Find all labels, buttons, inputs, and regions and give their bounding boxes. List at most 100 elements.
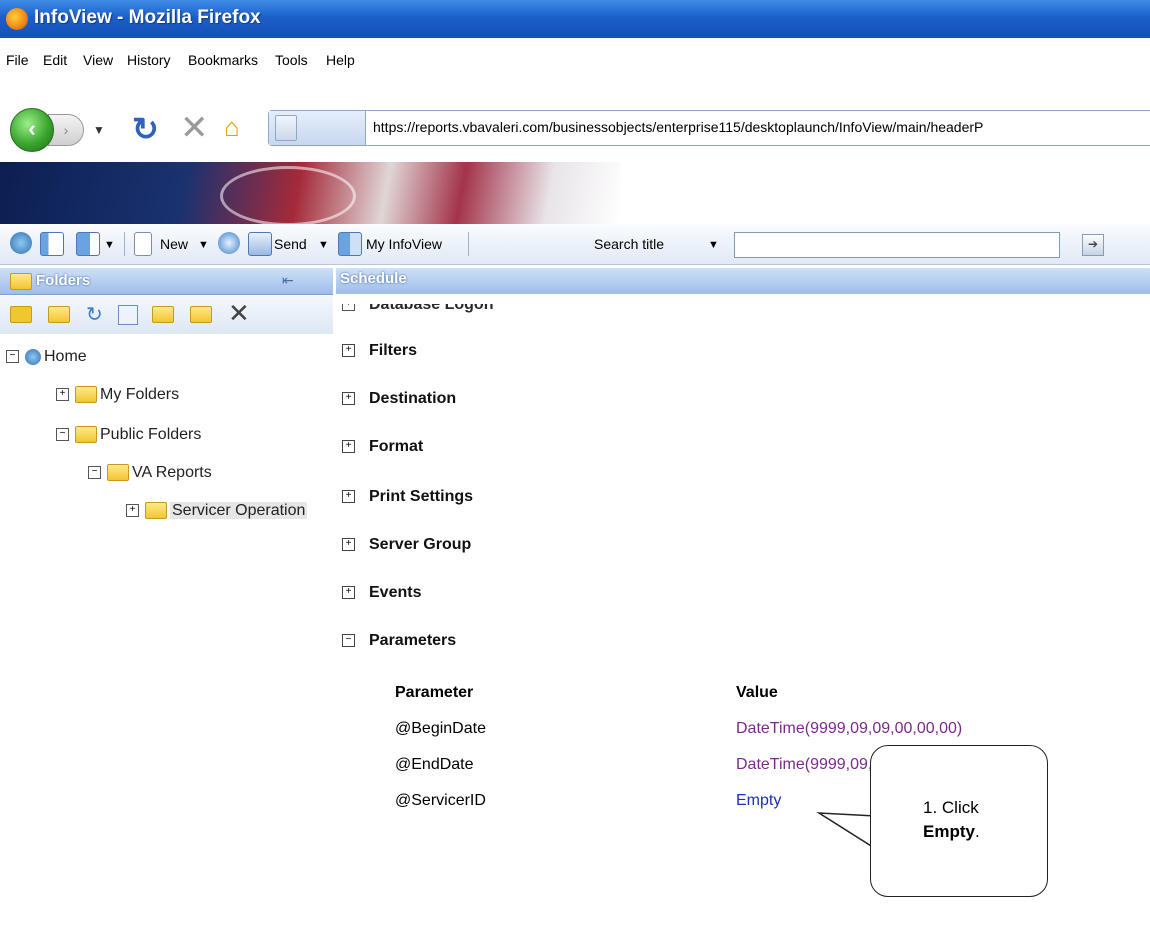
section-label: Print Settings xyxy=(369,488,474,505)
menu-file[interactable]: File xyxy=(6,52,29,68)
copy-folder-icon[interactable] xyxy=(190,306,212,323)
menu-bookmarks[interactable]: Bookmarks xyxy=(188,52,258,68)
toolbar-separator xyxy=(468,232,469,256)
section-destination[interactable]: + Destination xyxy=(342,390,456,408)
tree-node-my-folders[interactable]: + My Folders xyxy=(56,386,179,404)
callout-mask xyxy=(871,810,883,848)
section-label: Events xyxy=(369,584,422,601)
section-format[interactable]: + Format xyxy=(342,438,423,456)
open-folder-icon[interactable] xyxy=(48,306,70,323)
section-parameters[interactable]: − Parameters xyxy=(342,632,456,650)
seal-graphic xyxy=(220,166,356,226)
menu-view[interactable]: View xyxy=(83,52,113,68)
search-input[interactable] xyxy=(734,232,1060,258)
back-button[interactable]: ‹ xyxy=(10,108,54,152)
menu-help[interactable]: Help xyxy=(326,52,355,68)
collapse-toggle-icon[interactable]: − xyxy=(342,634,355,648)
expand-toggle-icon[interactable]: + xyxy=(342,490,355,504)
send-button[interactable]: Send xyxy=(274,236,307,252)
folder-icon xyxy=(10,273,32,290)
home-icon[interactable]: ⌂ xyxy=(224,112,240,143)
collapse-panel-icon[interactable]: ⇤ xyxy=(282,272,294,289)
section-events[interactable]: + Events xyxy=(342,584,421,602)
window-title: InfoView - Mozilla Firefox xyxy=(34,7,261,28)
home-globe-icon[interactable] xyxy=(10,232,32,254)
delete-icon[interactable]: ✕ xyxy=(228,298,250,329)
collapse-toggle-icon[interactable]: − xyxy=(6,350,19,364)
param-header-value: Value xyxy=(736,684,778,701)
new-document-icon[interactable] xyxy=(134,232,152,256)
folders-panel-title: Folders xyxy=(36,272,91,289)
expand-toggle-icon[interactable]: + xyxy=(342,392,355,406)
instruction-callout: 1. Click Empty. xyxy=(870,745,1048,897)
refresh-icon[interactable] xyxy=(218,232,240,254)
search-go-button[interactable]: ➔ xyxy=(1082,234,1104,256)
folder-icon xyxy=(107,464,129,482)
page-icon xyxy=(275,115,297,141)
new-button[interactable]: New xyxy=(160,236,188,252)
tree-label: My Folders xyxy=(100,386,180,403)
address-bar[interactable]: https://reports.vbavaleri.com/businessob… xyxy=(268,110,1150,146)
view-dropdown-icon[interactable]: ▼ xyxy=(104,239,115,251)
stop-icon[interactable]: ✕ xyxy=(180,108,209,148)
refresh-folder-icon[interactable]: ↻ xyxy=(86,302,103,327)
folders-toolbar: ↻ ✕ xyxy=(0,296,333,334)
site-identity-button[interactable] xyxy=(269,111,366,145)
reload-icon[interactable]: ↻ xyxy=(132,110,159,148)
callout-text: 1. Click Empty. xyxy=(923,796,980,844)
my-infoview-button[interactable]: My InfoView xyxy=(366,236,442,252)
details-view-icon[interactable] xyxy=(76,232,100,256)
firefox-logo-icon xyxy=(6,8,28,30)
tree-label: VA Reports xyxy=(132,464,212,481)
menu-edit[interactable]: Edit xyxy=(43,52,67,68)
section-server-group[interactable]: + Server Group xyxy=(342,536,471,554)
menu-tools[interactable]: Tools xyxy=(275,52,308,68)
param-value-link[interactable]: DateTime(9999,09,09,00,00,00) xyxy=(736,720,962,738)
new-dropdown-icon[interactable]: ▼ xyxy=(198,239,209,251)
callout-step: 1. Click xyxy=(923,798,979,817)
param-value-link[interactable]: Empty xyxy=(736,792,781,810)
search-type-dropdown-icon[interactable]: ▼ xyxy=(708,239,719,251)
folder-icon xyxy=(145,502,167,520)
my-infoview-icon[interactable] xyxy=(338,232,362,256)
toolbar-separator xyxy=(124,232,125,256)
expand-toggle-icon[interactable]: + xyxy=(56,388,69,402)
tree-label: Servicer Operation xyxy=(170,502,308,519)
infoview-toolbar: ▼ New ▼ Send ▼ My InfoView Search title … xyxy=(0,224,1150,265)
send-icon[interactable] xyxy=(248,232,272,256)
list-view-icon[interactable] xyxy=(40,232,64,256)
search-type-label[interactable]: Search title xyxy=(594,236,664,252)
collapse-toggle-icon[interactable]: − xyxy=(56,428,69,442)
section-label: Filters xyxy=(369,342,418,359)
section-print-settings[interactable]: + Print Settings xyxy=(342,488,473,506)
tree-node-public-folders[interactable]: − Public Folders xyxy=(56,426,201,444)
address-url: https://reports.vbavaleri.com/businessob… xyxy=(373,119,984,135)
new-folder-icon[interactable] xyxy=(10,306,32,323)
home-globe-icon xyxy=(25,348,41,365)
collapse-toggle-icon[interactable]: − xyxy=(88,466,101,480)
expand-toggle-icon[interactable]: + xyxy=(126,504,139,518)
tree-node-va-reports[interactable]: − VA Reports xyxy=(88,464,212,482)
banner-image xyxy=(0,162,1150,226)
tree-node-servicer-operation[interactable]: + Servicer Operation xyxy=(126,502,308,520)
send-dropdown-icon[interactable]: ▼ xyxy=(318,239,329,251)
schedule-title: Schedule xyxy=(340,270,407,287)
move-folder-icon[interactable] xyxy=(152,306,174,323)
menu-history[interactable]: History xyxy=(127,52,171,68)
menu-bar: File Edit View History Bookmarks Tools H… xyxy=(0,44,1150,74)
folder-icon xyxy=(75,426,97,444)
section-label: Destination xyxy=(369,390,457,407)
expand-toggle-icon[interactable]: + xyxy=(342,440,355,454)
properties-icon[interactable] xyxy=(118,305,138,325)
expand-toggle-icon[interactable]: + xyxy=(342,586,355,600)
param-name: @EndDate xyxy=(395,756,474,773)
section-label: Database Logon xyxy=(369,296,494,313)
section-database-logon[interactable]: + Database Logon xyxy=(342,296,494,314)
section-filters[interactable]: + Filters xyxy=(342,342,417,360)
tree-label: Home xyxy=(44,348,87,365)
expand-toggle-icon[interactable]: + xyxy=(342,304,355,312)
expand-toggle-icon[interactable]: + xyxy=(342,538,355,552)
history-dropdown-icon[interactable]: ▼ xyxy=(93,123,105,137)
tree-node-home[interactable]: − Home xyxy=(6,348,87,366)
expand-toggle-icon[interactable]: + xyxy=(342,344,355,358)
